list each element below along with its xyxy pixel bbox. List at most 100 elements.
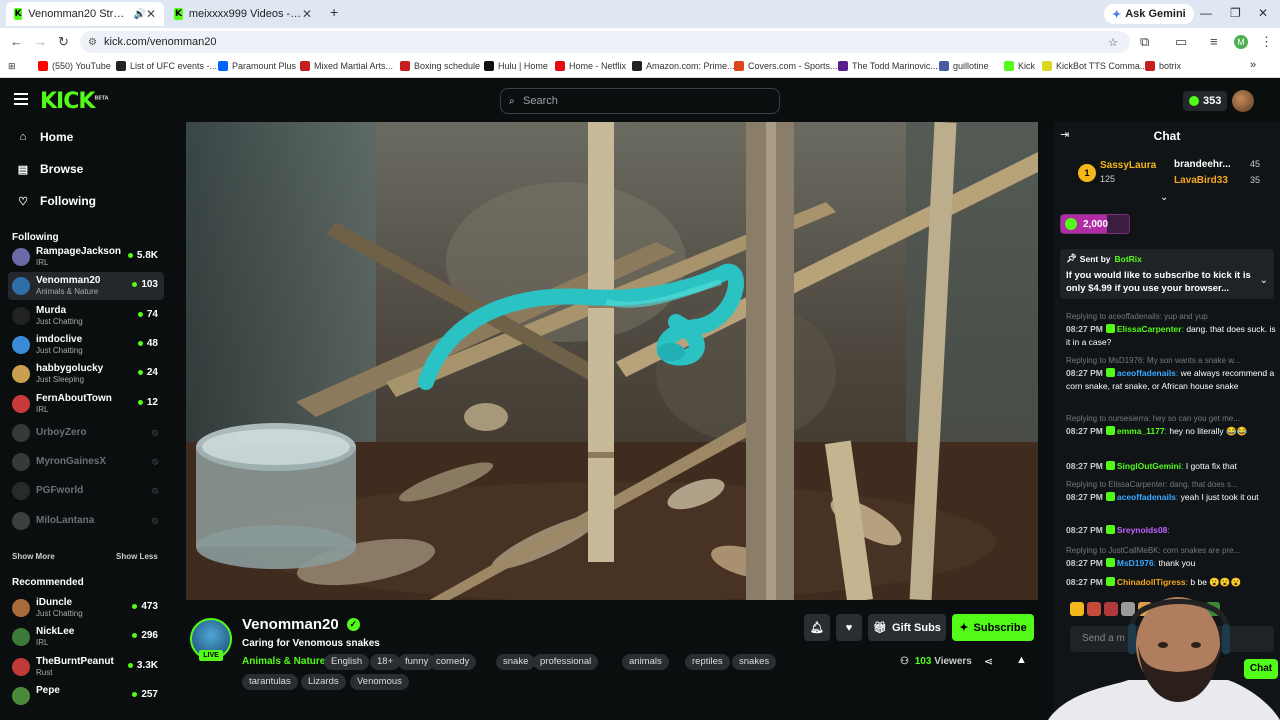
tab-venomman[interactable]: K Venomman20 Stream - Watch 🔊 ✕ (6, 2, 164, 26)
bookmark-item[interactable]: List of UFC events -... (116, 61, 217, 71)
media-icon[interactable]: ≡ (1210, 34, 1218, 49)
close-tab-icon[interactable]: ✕ (302, 7, 312, 21)
stream-category-link[interactable]: Animals & Nature (242, 656, 325, 667)
pinned-message[interactable]: 📌︎ Sent by BotRix If you would like to s… (1060, 249, 1274, 299)
stream-tag[interactable]: snakes (732, 654, 777, 670)
cast-icon[interactable]: ▭ (1175, 34, 1187, 50)
url-field[interactable]: ⚙ kick.com/venomman20 ☆ (80, 31, 1130, 53)
chat-username[interactable]: MsD1976 (1117, 558, 1154, 568)
stream-tag[interactable]: Venomous (350, 674, 409, 690)
stream-tag[interactable]: comedy (429, 654, 477, 670)
chat-username[interactable]: Sreynolds08 (1117, 525, 1168, 535)
hamburger-menu-icon[interactable] (14, 93, 28, 105)
bookmark-item[interactable]: guillotine (939, 61, 989, 71)
sidebar-channel-offline[interactable]: MyronGainesX ⦸ (8, 448, 164, 476)
leaderboard-top-name[interactable]: SassyLaura (1100, 160, 1156, 171)
bookmark-item[interactable]: Covers.com - Sports... (734, 61, 838, 71)
kick-logo[interactable]: KICKBETA (40, 89, 109, 114)
report-icon[interactable]: ▲ (1016, 654, 1027, 666)
tab-meixxxx[interactable]: K meixxxx999 Videos - Watch On ✕ (166, 2, 320, 26)
sidebar-channel-offline[interactable]: PGFworld ⦸ (8, 477, 164, 505)
new-tab-button[interactable]: + (330, 4, 338, 20)
speaker-icon[interactable]: 🔊 (133, 9, 145, 20)
chat-reply-context[interactable]: Replying to nursesierra: hey so can you … (1066, 412, 1276, 425)
kicks-balance[interactable]: 353 (1183, 91, 1228, 111)
sidebar-nav-following[interactable]: ♡ Following (16, 194, 96, 208)
sidebar-recommended-channel[interactable]: NickLee IRL 296 (8, 623, 164, 651)
reload-icon[interactable]: ↻ (58, 34, 69, 50)
stream-tag[interactable]: reptiles (685, 654, 730, 670)
chat-username[interactable]: ElissaCarpenter (1117, 324, 1182, 334)
chat-username[interactable]: emma_1177 (1117, 426, 1165, 436)
bookmark-item[interactable]: Boxing schedule (400, 61, 480, 71)
profile-avatar[interactable]: M (1234, 35, 1248, 49)
sidebar-recommended-channel[interactable]: iDuncle Just Chatting 473 (8, 594, 164, 622)
search-input[interactable]: ⌕ Search (500, 88, 780, 114)
star-icon[interactable]: ☆ (1108, 36, 1118, 49)
sidebar-channel[interactable]: RampageJackson IRL 5.8K (8, 243, 164, 271)
chat-message[interactable]: Replying to MsD1976: My son wants a snak… (1066, 354, 1276, 393)
stream-tag[interactable]: snake (496, 654, 536, 670)
chat-username[interactable]: aceoffadenails (1117, 368, 1176, 378)
ask-gemini-button[interactable]: ✦ Ask Gemini (1104, 4, 1194, 24)
sidebar-channel[interactable]: Venomman20 Animals & Nature 103 (8, 272, 164, 301)
sidebar-channel[interactable]: Murda Just Chatting 74 (8, 302, 164, 330)
goal-progress-bar[interactable]: 2,000 (1060, 214, 1130, 234)
stream-tag[interactable]: professional (533, 654, 599, 670)
expand-leaderboard-icon[interactable]: ⌄ (1160, 192, 1168, 203)
chat-reply-context[interactable]: Replying to aceoffadenails: yup and yup (1066, 310, 1276, 323)
sidebar-channel-offline[interactable]: UrboyZero ⦸ (8, 419, 164, 447)
chat-reply-context[interactable]: Replying to MsD1976: My son wants a snak… (1066, 354, 1276, 367)
chat-message[interactable]: Replying to nursesierra: hey so can you … (1066, 412, 1276, 438)
bookmark-item[interactable]: (550) YouTube (38, 61, 111, 71)
chat-username[interactable]: ChinadollTigress (1117, 577, 1186, 587)
chat-message[interactable]: 08:27 PM SinglOutGemini: I gotta fix that (1066, 460, 1276, 473)
back-icon[interactable]: ← (10, 34, 23, 49)
stream-tag[interactable]: tarantulas (242, 674, 298, 690)
sidebar-channel-offline[interactable]: MiloLantana ⦸ (8, 507, 164, 535)
sidebar-recommended-channel[interactable]: Pepe 257 (8, 682, 164, 710)
bookmark-item[interactable]: Paramount Plus (218, 61, 296, 71)
chat-message[interactable]: 08:27 PM ChinadollTigress: b be 😮😮😮 (1066, 576, 1276, 589)
chat-reply-context[interactable]: Replying to JustCallMeBK: corn snakes ar… (1066, 544, 1276, 557)
sidebar-recommended-channel[interactable]: TheBurntPeanut Rust 3.3K (8, 653, 164, 681)
chat-message[interactable]: Replying to ElissaCarpenter: dang. that … (1066, 478, 1276, 504)
bookmark-item[interactable]: Mixed Martial Arts... (300, 61, 393, 71)
show-more-button[interactable]: Show More (12, 552, 55, 561)
bookmark-item[interactable]: botrix (1145, 61, 1181, 71)
bookmark-item[interactable]: Home - Netflix (555, 61, 626, 71)
share-icon[interactable]: ⋖ (984, 655, 993, 668)
close-tab-icon[interactable]: ✕ (146, 7, 156, 21)
follow-button[interactable]: ♥ (836, 614, 862, 641)
user-avatar[interactable] (1232, 90, 1254, 112)
site-info-icon[interactable]: ⚙ (88, 37, 97, 48)
sidebar-channel[interactable]: imdoclive Just Chatting 48 (8, 331, 164, 359)
chat-message[interactable]: Replying to JustCallMeBK: corn snakes ar… (1066, 544, 1276, 570)
sidebar-nav-home[interactable]: ⌂ Home (16, 130, 74, 144)
streamer-name[interactable]: Venomman20 ✓ (242, 616, 360, 633)
sidebar-channel[interactable]: FernAboutTown IRL 12 (8, 390, 164, 418)
stream-tag[interactable]: 18+ (370, 654, 401, 670)
forward-icon[interactable]: → (34, 34, 47, 49)
stream-tag[interactable]: English (324, 654, 370, 670)
close-window-icon[interactable]: ✕ (1258, 6, 1268, 20)
menu-icon[interactable]: ⋮ (1260, 34, 1273, 50)
chat-reply-context[interactable]: Replying to ElissaCarpenter: dang. that … (1066, 478, 1276, 491)
chat-message[interactable]: Replying to aceoffadenails: yup and yup 0… (1066, 310, 1276, 349)
maximize-icon[interactable]: ❐ (1230, 6, 1241, 20)
apps-icon[interactable]: ⊞ (8, 61, 16, 72)
leaderboard-2-name[interactable]: brandeehr... (1174, 159, 1231, 170)
chat-username[interactable]: SinglOutGemini (1117, 461, 1181, 471)
expand-pinned-icon[interactable]: ⌄ (1260, 275, 1268, 286)
sidebar-channel[interactable]: habbygolucky Just Sleeping 24 (8, 360, 164, 388)
subscribe-button[interactable]: ✦ Subscribe (952, 614, 1034, 641)
chat-message[interactable]: 08:27 PM Sreynolds08: (1066, 524, 1276, 537)
bookmark-item[interactable]: The Todd Marinovic... (838, 61, 938, 71)
leaderboard-3-name[interactable]: LavaBird33 (1174, 175, 1228, 186)
stream-tag[interactable]: animals (622, 654, 669, 670)
notification-bell-button[interactable]: 🔔︎ (804, 614, 830, 641)
sidebar-nav-browse[interactable]: ▤ Browse (16, 162, 84, 176)
chat-username[interactable]: aceoffadenails (1117, 492, 1176, 502)
bookmark-item[interactable]: Amazon.com: Prime... (632, 61, 735, 71)
bookmark-item[interactable]: KickBot TTS Comma... (1042, 61, 1147, 71)
